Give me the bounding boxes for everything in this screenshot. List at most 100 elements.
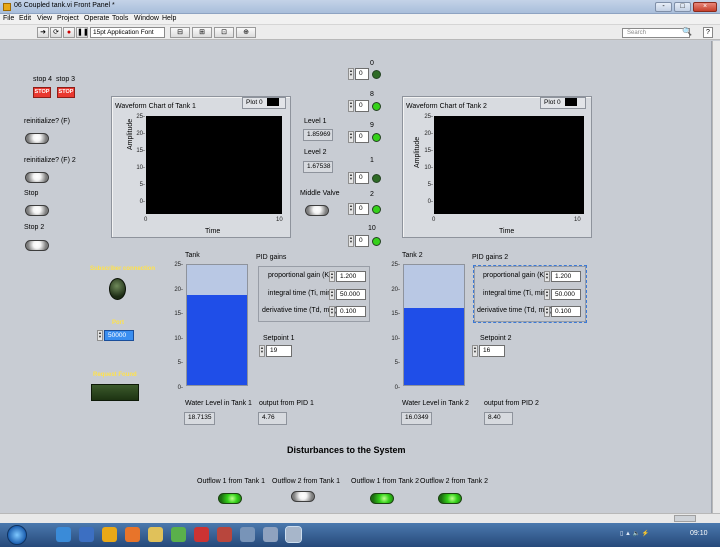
menu-project[interactable]: Project	[57, 15, 79, 22]
chart1-ytick: 20-	[136, 131, 145, 137]
word-icon[interactable]	[79, 527, 94, 542]
horizontal-scrollbar[interactable]	[0, 513, 720, 523]
stop4-button[interactable]: STOP	[33, 87, 51, 98]
setpoint2-spinner[interactable]: ▲ ▼	[472, 345, 478, 357]
search-icon[interactable]: 🔍	[682, 27, 692, 36]
doc-icon[interactable]	[240, 527, 255, 542]
valve8-field[interactable]: 0	[355, 100, 369, 112]
reinitialize-toggle[interactable]	[25, 133, 49, 144]
valve8-label: 8	[370, 91, 374, 98]
valve0-spinner[interactable]: ▲ ▼	[348, 68, 354, 80]
menu-help[interactable]: Help	[162, 15, 176, 22]
align-objects-icon[interactable]: ⊟	[170, 27, 190, 38]
reinitialize2-toggle[interactable]	[25, 172, 49, 183]
menu-window[interactable]: Window	[134, 15, 159, 22]
setpoint2-field[interactable]: 16	[479, 345, 505, 357]
valve2-field[interactable]: 0	[355, 203, 369, 215]
media-icon[interactable]	[194, 527, 209, 542]
pid2-ti-field[interactable]: 50.000	[551, 289, 581, 300]
pid1-td-field[interactable]: 0.100	[336, 306, 366, 317]
valve2-led	[372, 205, 381, 214]
valve9-field[interactable]: 0	[355, 131, 369, 143]
reorder-icon[interactable]: ⊕	[236, 27, 256, 38]
outflow1-tank1-toggle[interactable]	[218, 493, 242, 504]
run-arrow-icon[interactable]: ➜	[37, 27, 49, 38]
pid1-kc-spinner[interactable]: ▲ ▼	[329, 271, 335, 282]
menu-file[interactable]: File	[3, 15, 14, 22]
app-icon[interactable]	[217, 527, 232, 542]
scroll-thumb[interactable]	[674, 515, 696, 522]
menu-tools[interactable]: Tools	[112, 15, 128, 22]
chart1-y-axis: 25- 20- 15- 10- 5- 0-	[132, 114, 145, 209]
menu-operate[interactable]: Operate	[84, 15, 109, 22]
valve8-spinner[interactable]: ▲ ▼	[348, 100, 354, 112]
valve9-spinner[interactable]: ▲ ▼	[348, 131, 354, 143]
ie-icon[interactable]	[56, 527, 71, 542]
run-continuously-icon[interactable]: ⟳	[50, 27, 62, 38]
tank1-label: Tank	[185, 252, 200, 259]
valve2-spinner[interactable]: ▲ ▼	[348, 203, 354, 215]
outflow1-tank2-toggle[interactable]	[370, 493, 394, 504]
outflow2-tank1-toggle[interactable]	[291, 491, 315, 502]
valve10-field[interactable]: 0	[355, 235, 369, 247]
pid2-ti-spinner[interactable]: ▲ ▼	[544, 289, 550, 300]
paint-icon[interactable]	[263, 527, 278, 542]
setpoint1-field[interactable]: 19	[266, 345, 292, 357]
abort-icon[interactable]: ●	[63, 27, 75, 38]
pid1-td-label: derivative time (Td, min)	[262, 307, 338, 314]
distribute-objects-icon[interactable]: ⊞	[192, 27, 212, 38]
maximize-button[interactable]: □	[674, 2, 691, 12]
stop2-toggle[interactable]	[25, 240, 49, 251]
pid2-output-indicator: 8.40	[484, 412, 513, 425]
pid2-td-field[interactable]: 0.100	[551, 306, 581, 317]
stop3-button[interactable]: STOP	[57, 87, 75, 98]
reinitialize-label: reinitialize? (F)	[24, 118, 70, 125]
font-select[interactable]: 15pt Application Font	[90, 27, 165, 38]
resize-objects-icon[interactable]: ⊡	[214, 27, 234, 38]
excel-icon[interactable]	[171, 527, 186, 542]
stop-toggle[interactable]	[25, 205, 49, 216]
chart1-ytick: 25-	[136, 114, 145, 120]
chart1-plot-area[interactable]	[146, 116, 282, 214]
pid1-ti-field[interactable]: 50.000	[336, 289, 366, 300]
toolbar: ➜ ⟳ ● ❚❚ 15pt Application Font ⊟ ⊞ ⊡ ⊕	[0, 25, 720, 40]
chart2-plot-legend[interactable]: Plot 0	[540, 97, 586, 109]
valve1-field[interactable]: 0	[355, 172, 369, 184]
setpoint1-spinner[interactable]: ▲ ▼	[259, 345, 265, 357]
valve1-label: 1	[370, 157, 374, 164]
outflow2-tank2-toggle[interactable]	[438, 493, 462, 504]
port-spinner[interactable]: ▲ ▼	[97, 330, 103, 341]
port-label: Port	[112, 320, 124, 326]
menu-edit[interactable]: Edit	[19, 15, 31, 22]
pid2-kc-label: proportional gain (Kc)	[483, 272, 550, 279]
pid1-kc-field[interactable]: 1.200	[336, 271, 366, 282]
chart2-ytick: 15-	[424, 148, 433, 154]
port-field[interactable]: 50000	[104, 330, 134, 341]
valve0-field[interactable]: 0	[355, 68, 369, 80]
pause-icon[interactable]: ❚❚	[76, 27, 89, 38]
tank2-vessel	[403, 264, 465, 386]
help-icon[interactable]: ?	[703, 27, 713, 38]
vertical-scrollbar[interactable]	[712, 41, 720, 513]
menu-view[interactable]: View	[37, 15, 52, 22]
front-panel-task-icon[interactable]	[285, 526, 302, 543]
system-tray[interactable]: ▯ ▲ 🔈 ⚡	[620, 530, 675, 540]
pid2-kc-spinner[interactable]: ▲ ▼	[544, 271, 550, 282]
pid2-kc-field[interactable]: 1.200	[551, 271, 581, 282]
pid1-ti-spinner[interactable]: ▲ ▼	[329, 289, 335, 300]
explorer-icon[interactable]	[148, 527, 163, 542]
chart1-plot-legend[interactable]: Plot 0	[242, 97, 286, 109]
pid2-td-spinner[interactable]: ▲ ▼	[544, 306, 550, 317]
tank1-tick: 5-	[177, 360, 183, 366]
middle-valve-toggle[interactable]	[305, 205, 329, 216]
close-button[interactable]: ×	[693, 2, 717, 12]
search-input[interactable]: Search	[622, 28, 690, 38]
chrome-icon[interactable]	[125, 527, 140, 542]
pid1-td-spinner[interactable]: ▲ ▼	[329, 306, 335, 317]
minimize-button[interactable]: -	[655, 2, 672, 12]
valve10-spinner[interactable]: ▲ ▼	[348, 235, 354, 247]
start-orb-icon[interactable]	[7, 525, 27, 545]
labview-icon[interactable]	[102, 527, 117, 542]
chart2-plot-area[interactable]	[434, 116, 584, 214]
valve1-spinner[interactable]: ▲ ▼	[348, 172, 354, 184]
